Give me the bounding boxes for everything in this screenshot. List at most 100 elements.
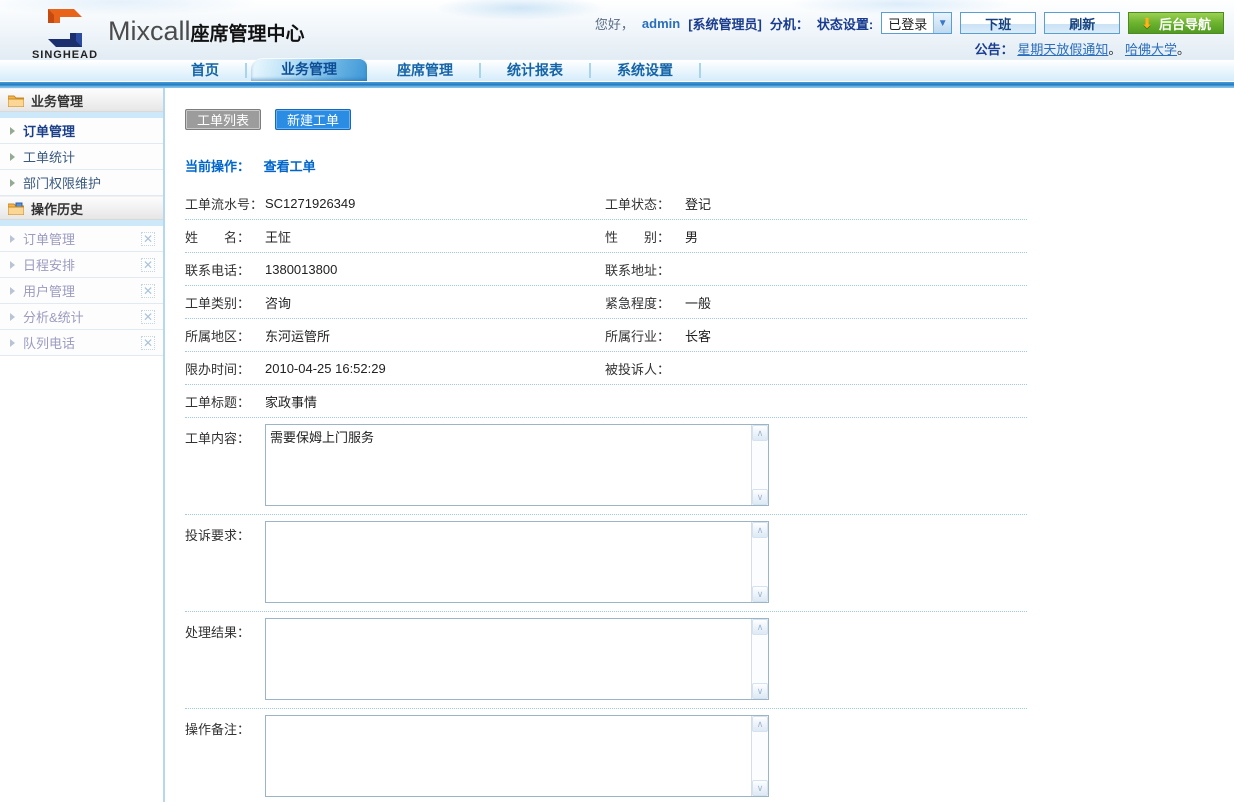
announcement-link-harvard[interactable]: 哈佛大学 — [1125, 42, 1177, 57]
workorder-status-value: 登记 — [685, 194, 711, 213]
workorder-list-button[interactable]: 工单列表 — [185, 109, 261, 130]
sidebar-history-user-management[interactable]: 用户管理 ✕ — [0, 278, 163, 304]
punctuation: 。 — [1108, 42, 1121, 57]
field-label: 投诉要求： — [185, 521, 265, 544]
down-arrow-icon: ⬇ — [1141, 15, 1153, 32]
close-icon[interactable]: ✕ — [141, 310, 155, 324]
scrollbar[interactable]: ∧ ∨ — [751, 425, 768, 505]
field-label: 工单类别： — [185, 293, 265, 312]
scroll-down-icon[interactable]: ∨ — [752, 489, 768, 505]
status-select[interactable]: 已登录 ▼ — [881, 12, 952, 34]
sidebar-history-analysis-stats[interactable]: 分析&统计 ✕ — [0, 304, 163, 330]
arrow-right-icon — [10, 261, 15, 269]
tab-system-settings[interactable]: 系统设置 — [591, 60, 699, 81]
sidebar-item-dept-permissions[interactable]: 部门权限维护 — [0, 170, 163, 196]
complaint-request-text — [266, 522, 751, 602]
current-operation-value: 查看工单 — [264, 159, 316, 174]
field-label: 联系电话： — [185, 260, 265, 279]
sidebar-history-schedule[interactable]: 日程安排 ✕ — [0, 252, 163, 278]
tab-home[interactable]: 首页 — [165, 60, 245, 81]
app-title-en: Mixcall — [108, 16, 191, 46]
sidebar-item-label: 订单管理 — [23, 229, 75, 248]
sidebar-history-order-management[interactable]: 订单管理 ✕ — [0, 226, 163, 252]
arrow-right-icon — [10, 235, 15, 243]
field-label: 操作备注： — [185, 715, 265, 738]
sidebar-item-label: 工单统计 — [23, 147, 75, 166]
singhead-logo-icon — [42, 7, 88, 49]
announcement-link-holiday[interactable]: 星期天放假通知 — [1017, 42, 1108, 57]
announcement-bar: 公告： 星期天放假通知。 哈佛大学。 — [975, 39, 1190, 58]
field-label: 姓 名： — [185, 227, 265, 246]
category-value: 咨询 — [265, 293, 291, 312]
off-duty-button[interactable]: 下班 — [960, 12, 1036, 34]
scrollbar[interactable]: ∧ ∨ — [751, 522, 768, 602]
sidebar-group-business[interactable]: 业务管理 — [0, 88, 163, 112]
field-label: 工单内容： — [185, 424, 265, 447]
scroll-down-icon[interactable]: ∨ — [752, 780, 768, 796]
logo: SINGHEAD — [30, 4, 100, 61]
close-icon[interactable]: ✕ — [141, 258, 155, 272]
brand: SINGHEAD Mixcall座席管理中心 — [30, 4, 305, 61]
sidebar-group-title: 操作历史 — [31, 199, 83, 218]
field-label: 所属地区： — [185, 326, 265, 345]
tab-agent-management[interactable]: 座席管理 — [371, 60, 479, 81]
form-row: 限办时间：2010-04-25 16:52:29 被投诉人： — [185, 352, 1027, 385]
backstage-nav-button[interactable]: ⬇ 后台导航 — [1128, 12, 1224, 34]
handling-result-text — [266, 619, 751, 699]
sidebar-group-history[interactable]: 操作历史 — [0, 196, 163, 220]
app-title-cn: 座席管理中心 — [191, 24, 305, 45]
field-label: 工单状态： — [605, 194, 685, 213]
arrow-right-icon — [10, 179, 15, 187]
refresh-button[interactable]: 刷新 — [1044, 12, 1120, 34]
current-operation: 当前操作： 查看工单 — [185, 156, 1234, 175]
field-label: 性 别： — [605, 227, 685, 246]
field-label: 处理结果： — [185, 618, 265, 641]
main-nav: 首页 业务管理 座席管理 统计报表 系统设置 — [0, 60, 1234, 88]
main-content: 工单列表 新建工单 当前操作： 查看工单 工单流水号：SC1271926349 … — [167, 88, 1234, 802]
textarea-row: 处理结果： ∧ ∨ — [185, 612, 1027, 709]
field-label: 被投诉人： — [605, 359, 685, 378]
scroll-up-icon[interactable]: ∧ — [752, 619, 768, 635]
new-workorder-button[interactable]: 新建工单 — [275, 109, 351, 130]
scroll-up-icon[interactable]: ∧ — [752, 425, 768, 441]
field-label: 工单标题： — [185, 392, 265, 411]
scrollbar[interactable]: ∧ ∨ — [751, 716, 768, 796]
nav-bottom-strip — [0, 81, 1234, 88]
form-row: 姓 名：王怔 性 别：男 — [185, 220, 1027, 253]
chevron-down-icon[interactable]: ▼ — [933, 13, 951, 33]
scroll-down-icon[interactable]: ∨ — [752, 586, 768, 602]
operation-notes-textarea[interactable]: ∧ ∨ — [265, 715, 769, 797]
form-row: 所属地区：东河运管所 所属行业：长客 — [185, 319, 1027, 352]
region-value: 东河运管所 — [265, 326, 330, 345]
deadline-value: 2010-04-25 16:52:29 — [265, 361, 386, 376]
tab-statistics-reports[interactable]: 统计报表 — [481, 60, 589, 81]
sidebar-item-label: 分析&统计 — [23, 307, 84, 326]
page: SINGHEAD Mixcall座席管理中心 您好， admin [系统管理员]… — [0, 0, 1234, 802]
sidebar-item-order-management[interactable]: 订单管理 — [0, 118, 163, 144]
app-header: SINGHEAD Mixcall座席管理中心 您好， admin [系统管理员]… — [0, 0, 1234, 60]
scroll-up-icon[interactable]: ∧ — [752, 716, 768, 732]
handling-result-textarea[interactable]: ∧ ∨ — [265, 618, 769, 700]
textarea-row: 操作备注： ∧ ∨ — [185, 709, 1027, 802]
sidebar-history-queue-calls[interactable]: 队列电话 ✕ — [0, 330, 163, 356]
complaint-request-textarea[interactable]: ∧ ∨ — [265, 521, 769, 603]
textarea-row: 投诉要求： ∧ ∨ — [185, 515, 1027, 612]
punctuation: 。 — [1177, 42, 1190, 57]
tab-business-management[interactable]: 业务管理 — [251, 58, 367, 81]
arrow-right-icon — [10, 127, 15, 135]
gender-value: 男 — [685, 227, 698, 246]
sidebar-item-label: 用户管理 — [23, 281, 75, 300]
scroll-up-icon[interactable]: ∧ — [752, 522, 768, 538]
scrollbar[interactable]: ∧ ∨ — [751, 619, 768, 699]
close-icon[interactable]: ✕ — [141, 284, 155, 298]
field-label: 限办时间： — [185, 359, 265, 378]
sidebar-item-label: 订单管理 — [23, 121, 75, 140]
field-label: 所属行业： — [605, 326, 685, 345]
operation-notes-text — [266, 716, 751, 796]
workorder-content-textarea[interactable]: 需要保姆上门服务 ∧ ∨ — [265, 424, 769, 506]
user-role: [系统管理员] — [688, 14, 762, 33]
close-icon[interactable]: ✕ — [141, 336, 155, 350]
scroll-down-icon[interactable]: ∨ — [752, 683, 768, 699]
close-icon[interactable]: ✕ — [141, 232, 155, 246]
sidebar-item-workorder-stats[interactable]: 工单统计 — [0, 144, 163, 170]
